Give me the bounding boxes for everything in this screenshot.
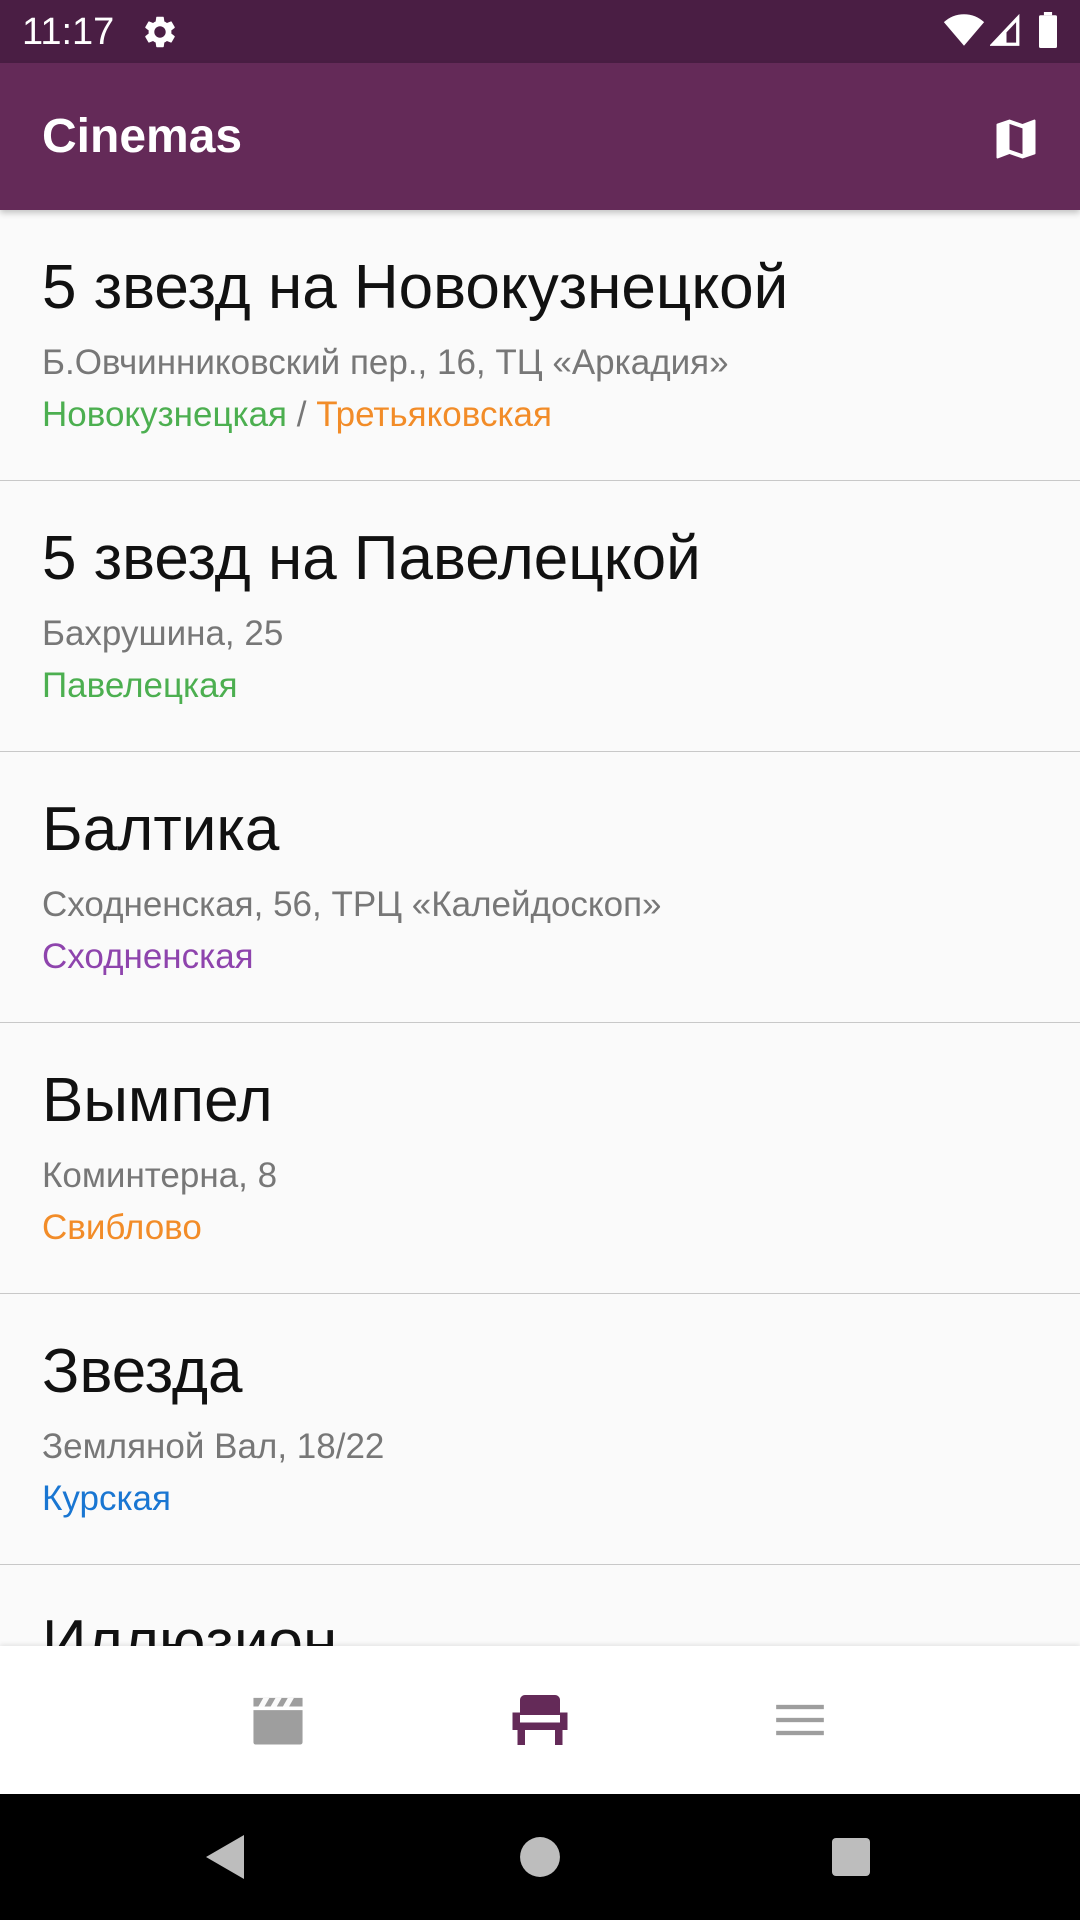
cinema-address: Сходненская, 56, ТРЦ «Калейдоскоп» [42,885,662,924]
cinema-name: Вымпел [42,1066,273,1135]
battery-icon [1039,12,1057,48]
metro-stations: Павелецкая [42,665,238,707]
gear-icon [145,16,175,48]
cinema-name: 5 звезд на Новокузнецкой [42,253,789,322]
metro-station: Третьяковская [316,395,552,434]
metro-station: Свиблово [42,1208,202,1247]
home-icon [520,1837,560,1877]
map-icon [996,119,1036,159]
page-title: Cinemas [42,110,243,163]
list-item[interactable]: Вымпел Коминтерна, 8 Свиблово [0,1023,1080,1294]
recents-button[interactable] [811,1817,891,1897]
map-button[interactable] [980,103,1052,175]
cinema-address: Земляной Вал, 18/22 [42,1427,385,1466]
list-item[interactable]: 5 звезд на Павелецкой Бахрушина, 25 Павеле… [0,481,1080,752]
cinema-address: Б.Овчинниковский пер., 16, ТЦ «Аркадия» [42,343,729,382]
clapperboard-icon [253,1697,303,1745]
metro-station: Сходненская [42,937,254,976]
metro-station: Курская [42,1479,171,1518]
status-bar: 11:17 [0,0,1080,63]
recents-icon [832,1838,870,1876]
list-item[interactable]: 5 звезд на Новокузнецкой Б.Овчинниковский… [0,210,1080,481]
app-bar: Cinemas [0,63,1080,210]
metro-station: Новокузнецкая [42,395,287,434]
menu-icon [776,1704,824,1736]
cinema-name: Балтика [42,795,280,864]
home-button[interactable] [500,1817,580,1897]
cinema-address: Бахрушина, 25 [42,614,284,653]
nav-movies[interactable] [178,1646,378,1794]
cinema-name: 5 звезд на Павелецкой [42,524,701,593]
signal-icon [990,13,1020,46]
metro-stations: Курская [42,1478,171,1520]
metro-stations: Сходненская [42,936,254,978]
cinema-list[interactable]: 5 звезд на Новокузнецкой Б.Овчинниковский… [0,210,1080,1646]
bottom-nav [0,1646,1080,1794]
metro-stations: Свиблово [42,1207,202,1249]
nav-cinemas[interactable] [440,1646,640,1794]
metro-separator: / [287,395,317,434]
wifi-icon [943,14,985,46]
list-item[interactable]: Звезда Земляной Вал, 18/22 Курская [0,1294,1080,1565]
cinema-seat-icon [512,1695,568,1745]
cinema-name: Звезда [42,1337,243,1406]
cinema-name: Иллюзион [42,1608,338,1646]
metro-stations: Новокузнецкая / Третьяковская [42,394,552,436]
system-nav [0,1794,1080,1920]
back-button[interactable] [186,1817,266,1897]
status-time: 11:17 [22,11,115,53]
list-item[interactable]: Балтика Сходненская, 56, ТРЦ «Калейдоскоп… [0,752,1080,1023]
back-icon [206,1835,244,1879]
cinema-address: Коминтерна, 8 [42,1156,278,1195]
list-item[interactable]: Иллюзион [0,1565,1080,1646]
nav-menu[interactable] [700,1646,900,1794]
metro-station: Павелецкая [42,666,238,705]
